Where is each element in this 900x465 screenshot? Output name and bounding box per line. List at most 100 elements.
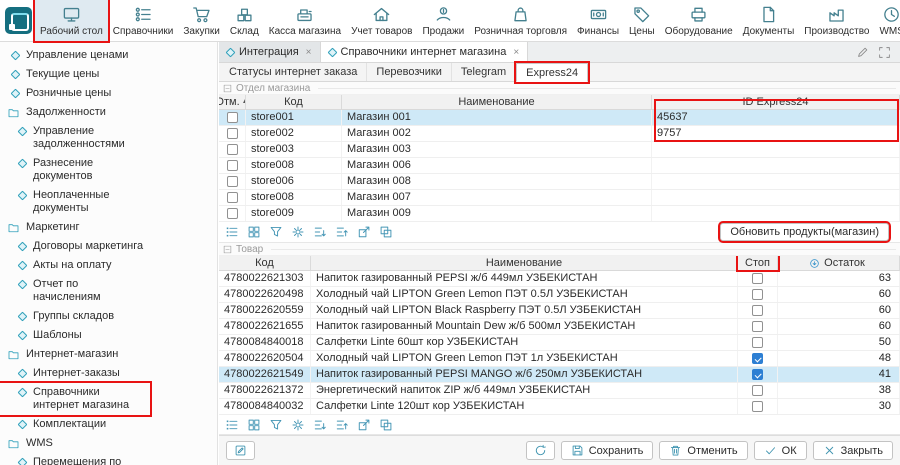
filter-icon[interactable] [269, 418, 283, 432]
product-table-row[interactable]: 4780022620498Холодный чай LIPTON Green L… [219, 287, 900, 303]
stop-checkbox[interactable] [752, 321, 763, 332]
nav-item-retail[interactable]: Розничная торговля [469, 0, 572, 41]
product-table-row[interactable]: 4780022620504Холодный чай LIPTON Green L… [219, 351, 900, 367]
doc-tab-0[interactable]: Интеграция× [219, 42, 321, 62]
product-column-header-0[interactable]: Код [219, 256, 311, 270]
product-table-row[interactable]: 4780084840032Салфетки Linte 120шт кор УЗ… [219, 399, 900, 415]
product-column-header-3[interactable]: Остаток [778, 256, 900, 270]
sidebar-item-10[interactable]: Отчет по начислениям [0, 275, 217, 307]
mark-checkbox[interactable] [227, 208, 238, 219]
sub-tab-1[interactable]: Перевозчики [367, 63, 451, 81]
nav-item-warehouse[interactable]: Склад [225, 0, 264, 41]
mark-checkbox[interactable] [227, 160, 238, 171]
edit-button[interactable] [226, 441, 255, 460]
collapse-icon[interactable] [223, 84, 232, 93]
nav-item-purchases[interactable]: Закупки [178, 0, 224, 41]
product-table-row[interactable]: 4780022621655Напиток газированный Mounta… [219, 319, 900, 335]
mark-checkbox[interactable] [227, 176, 238, 187]
store-column-header-1[interactable]: Код [246, 95, 342, 109]
nav-item-equipment[interactable]: Оборудование [660, 0, 738, 41]
stop-checkbox[interactable] [752, 305, 763, 316]
store-column-header-2[interactable]: Наименование [342, 95, 652, 109]
store-table-row[interactable]: store008Магазин 007 [219, 190, 900, 206]
expand-all-icon[interactable] [313, 418, 327, 432]
product-table-row[interactable]: 4780022620559Холодный чай LIPTON Black R… [219, 303, 900, 319]
sidebar-item-2[interactable]: Розничные цены [0, 84, 217, 103]
sidebar-item-12[interactable]: Шаблоны [0, 326, 217, 345]
sidebar-item-1[interactable]: Текущие цены [0, 65, 217, 84]
doc-tab-1[interactable]: Справочники интернет магазина× [321, 42, 529, 62]
transfer-icon[interactable] [379, 418, 393, 432]
sidebar-item-5[interactable]: Разнесение документов [0, 154, 217, 186]
store-table-row[interactable]: store003Магазин 003 [219, 142, 900, 158]
store-column-header-3[interactable]: ID Express24 [652, 95, 900, 109]
view-list-icon[interactable] [225, 225, 239, 239]
nav-item-sales[interactable]: Продажи [417, 0, 469, 41]
sidebar-item-15[interactable]: Справочники интернет магазина [0, 383, 150, 415]
sidebar-item-9[interactable]: Акты на оплату [0, 256, 217, 275]
expand-all-icon[interactable] [313, 225, 327, 239]
product-column-header-1[interactable]: Наименование [311, 256, 738, 270]
settings-icon[interactable] [291, 225, 305, 239]
product-table-row[interactable]: 4780022621303Напиток газированный PEPSI … [219, 271, 900, 287]
stop-checkbox[interactable] [752, 273, 763, 284]
mark-checkbox[interactable] [227, 128, 238, 139]
sidebar-folder-7[interactable]: Маркетинг [0, 218, 217, 237]
view-list-icon[interactable] [225, 418, 239, 432]
tab-close-icon[interactable]: × [306, 47, 312, 58]
settings-icon[interactable] [291, 418, 305, 432]
tab-close-icon[interactable]: × [513, 47, 519, 58]
store-column-header-0[interactable]: Отм.▲ [219, 95, 246, 109]
sidebar-item-4[interactable]: Управление задолженностями [0, 122, 217, 154]
refresh-button[interactable] [526, 441, 555, 460]
sidebar-item-6[interactable]: Неоплаченные документы [0, 186, 217, 218]
fullscreen-icon[interactable] [878, 46, 891, 59]
mark-checkbox[interactable] [227, 112, 238, 123]
sidebar-item-8[interactable]: Договоры маркетинга [0, 237, 217, 256]
sub-tab-0[interactable]: Статусы интернет заказа [220, 63, 367, 81]
export-icon[interactable] [357, 225, 371, 239]
collapse-all-icon[interactable] [335, 418, 349, 432]
sidebar-folder-3[interactable]: Задолженности [0, 103, 217, 122]
stop-checkbox[interactable] [752, 289, 763, 300]
edit-pencil-icon[interactable] [856, 46, 869, 59]
sidebar-item-18[interactable]: Перемещения по заказам [0, 453, 217, 465]
transfer-icon[interactable] [379, 225, 393, 239]
product-group-header[interactable]: Товар [219, 243, 900, 256]
product-table-row[interactable]: 4780022621372Энергетический напиток ZIP … [219, 383, 900, 399]
nav-item-prices[interactable]: Цены [624, 0, 660, 41]
product-table-row[interactable]: 4780022621549Напиток газированный PEPSI … [219, 367, 900, 383]
view-grid-icon[interactable] [247, 225, 261, 239]
store-group-header[interactable]: Отдел магазина [219, 82, 900, 95]
stop-checkbox[interactable] [752, 353, 763, 364]
stop-checkbox[interactable] [752, 385, 763, 396]
store-table-row[interactable]: store002Магазин 0029757 [219, 126, 900, 142]
stop-checkbox[interactable] [752, 369, 763, 380]
nav-item-desktop[interactable]: Рабочий стол [35, 0, 108, 41]
sub-tab-3[interactable]: Express24 [516, 63, 588, 82]
close-button[interactable]: Закрыть [813, 441, 893, 460]
sidebar-folder-13[interactable]: Интернет-магазин [0, 345, 217, 364]
product-column-header-2[interactable]: Стоп [738, 256, 778, 270]
nav-item-references[interactable]: Справочники [108, 0, 179, 41]
sidebar-item-0[interactable]: Управление ценами [0, 46, 217, 65]
sidebar-item-14[interactable]: Интернет-заказы [0, 364, 217, 383]
collapse-all-icon[interactable] [335, 225, 349, 239]
filter-icon[interactable] [269, 225, 283, 239]
store-table-row[interactable]: store009Магазин 009 [219, 206, 900, 222]
cancel-button[interactable]: Отменить [659, 441, 747, 460]
update-products-button[interactable]: Обновить продукты(магазин) [720, 223, 889, 241]
stop-checkbox[interactable] [752, 337, 763, 348]
nav-item-documents[interactable]: Документы [738, 0, 800, 41]
save-button[interactable]: Сохранить [561, 441, 654, 460]
mark-checkbox[interactable] [227, 144, 238, 155]
store-table-row[interactable]: store008Магазин 006 [219, 158, 900, 174]
sidebar-item-11[interactable]: Группы складов [0, 307, 217, 326]
ok-button[interactable]: ОК [754, 441, 807, 460]
nav-item-production[interactable]: Производство [799, 0, 874, 41]
sub-tab-2[interactable]: Telegram [452, 63, 516, 81]
stop-checkbox[interactable] [752, 401, 763, 412]
nav-item-wms[interactable]: WMS [874, 0, 900, 41]
store-table-row[interactable]: store006Магазин 008 [219, 174, 900, 190]
nav-item-cash-register[interactable]: Касса магазина [264, 0, 346, 41]
